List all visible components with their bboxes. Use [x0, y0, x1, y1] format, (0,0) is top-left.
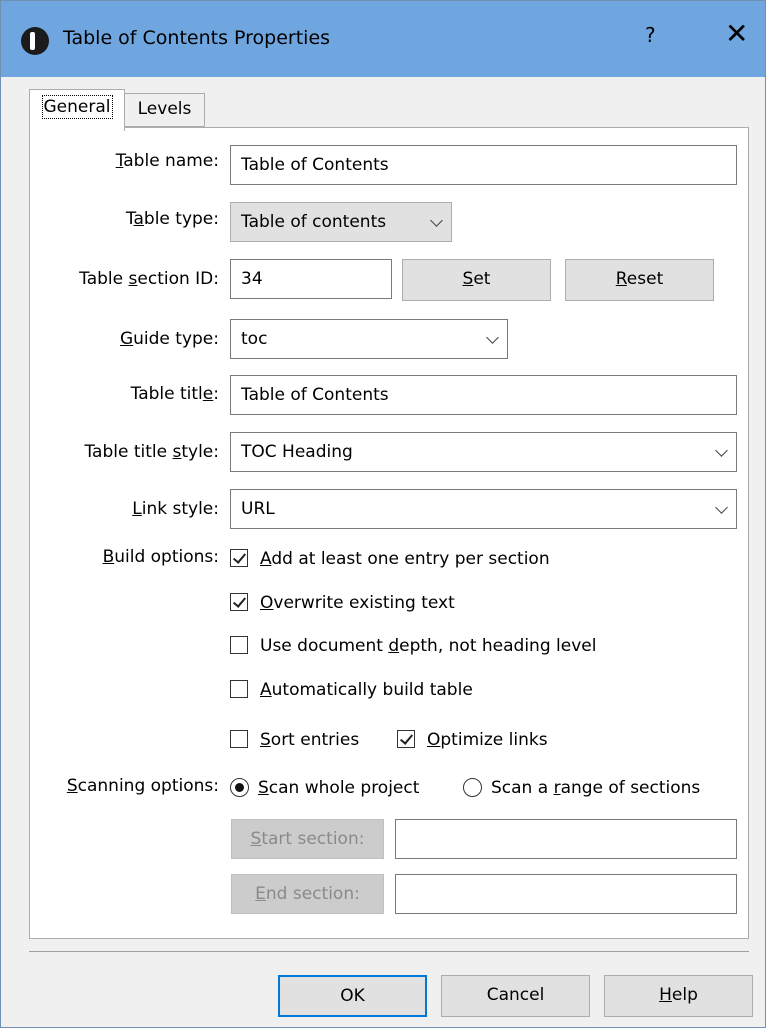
window-title: Table of Contents Properties — [63, 27, 331, 49]
table-type-label: Table type: — [125, 209, 219, 229]
start-section-button[interactable]: Start section: — [231, 819, 384, 859]
checkbox-automatically-build-table[interactable]: Automatically build table — [230, 678, 473, 702]
help-button[interactable]: Help — [604, 975, 753, 1017]
title-bar: Table of Contents Properties ? ✕ — [1, 1, 765, 77]
end-section-button[interactable]: End section: — [231, 874, 384, 914]
link-style-dropdown[interactable]: URL — [230, 489, 737, 529]
tab-general-label: General — [41, 95, 113, 119]
chevron-down-icon — [715, 444, 728, 457]
help-icon[interactable]: ? — [645, 23, 656, 47]
radio-unselected-icon — [463, 778, 482, 797]
radio-selected-icon — [230, 778, 249, 797]
table-title-label: Table title: — [130, 384, 219, 404]
checkbox-checked-icon — [230, 549, 248, 567]
scanning-options-label: Scanning options: — [66, 776, 219, 796]
radio-scan-range-of-sections[interactable]: Scan a range of sections — [463, 776, 700, 800]
footer-divider — [29, 951, 749, 952]
guide-type-dropdown[interactable]: toc — [230, 319, 508, 359]
start-section-input[interactable] — [395, 819, 737, 859]
table-section-id-label: Table section ID: — [79, 269, 219, 289]
table-type-value: Table of contents — [241, 212, 387, 232]
table-name-input[interactable]: Table of Contents — [230, 145, 737, 185]
guide-type-label: Guide type: — [119, 329, 219, 349]
chevron-down-icon — [486, 331, 499, 344]
end-section-input[interactable] — [395, 874, 737, 914]
chevron-down-icon — [715, 501, 728, 514]
general-panel — [29, 127, 749, 939]
checkbox-use-document-depth[interactable]: Use document depth, not heading level — [230, 634, 596, 658]
link-style-value: URL — [241, 499, 275, 519]
table-type-dropdown[interactable]: Table of contents — [230, 202, 452, 242]
ok-button[interactable]: OK — [278, 975, 427, 1017]
table-title-style-value: TOC Heading — [241, 442, 353, 462]
link-style-label: Link style: — [132, 499, 219, 519]
checkbox-checked-icon — [230, 593, 248, 611]
reset-button[interactable]: Reset — [565, 259, 714, 301]
app-icon — [21, 27, 49, 55]
table-title-style-label: Table title style: — [84, 442, 219, 462]
checkbox-overwrite-existing-text[interactable]: Overwrite existing text — [230, 591, 455, 615]
set-button[interactable]: Set — [402, 259, 551, 301]
checkbox-checked-icon — [397, 730, 415, 748]
checkbox-add-entry-per-section[interactable]: Add at least one entry per section — [230, 547, 550, 571]
radio-scan-whole-project[interactable]: Scan whole project — [230, 776, 419, 800]
build-options-label: Build options: — [102, 547, 219, 567]
checkbox-unchecked-icon — [230, 680, 248, 698]
tab-levels[interactable]: Levels — [125, 93, 205, 127]
table-title-style-dropdown[interactable]: TOC Heading — [230, 432, 737, 472]
guide-type-value: toc — [241, 329, 268, 349]
checkbox-unchecked-icon — [230, 730, 248, 748]
table-name-label: Table name: — [115, 151, 219, 171]
cancel-button[interactable]: Cancel — [441, 975, 590, 1017]
tab-general[interactable]: General — [29, 89, 125, 131]
checkbox-optimize-links[interactable]: Optimize links — [397, 728, 548, 752]
table-title-input[interactable]: Table of Contents — [230, 375, 737, 415]
checkbox-sort-entries[interactable]: Sort entries — [230, 728, 359, 752]
chevron-down-icon — [430, 214, 443, 227]
dialog-window: Table of Contents Properties ? ✕ General… — [0, 0, 766, 1028]
table-section-id-input[interactable]: 34 — [230, 259, 392, 299]
close-icon[interactable]: ✕ — [725, 19, 748, 49]
checkbox-unchecked-icon — [230, 636, 248, 654]
